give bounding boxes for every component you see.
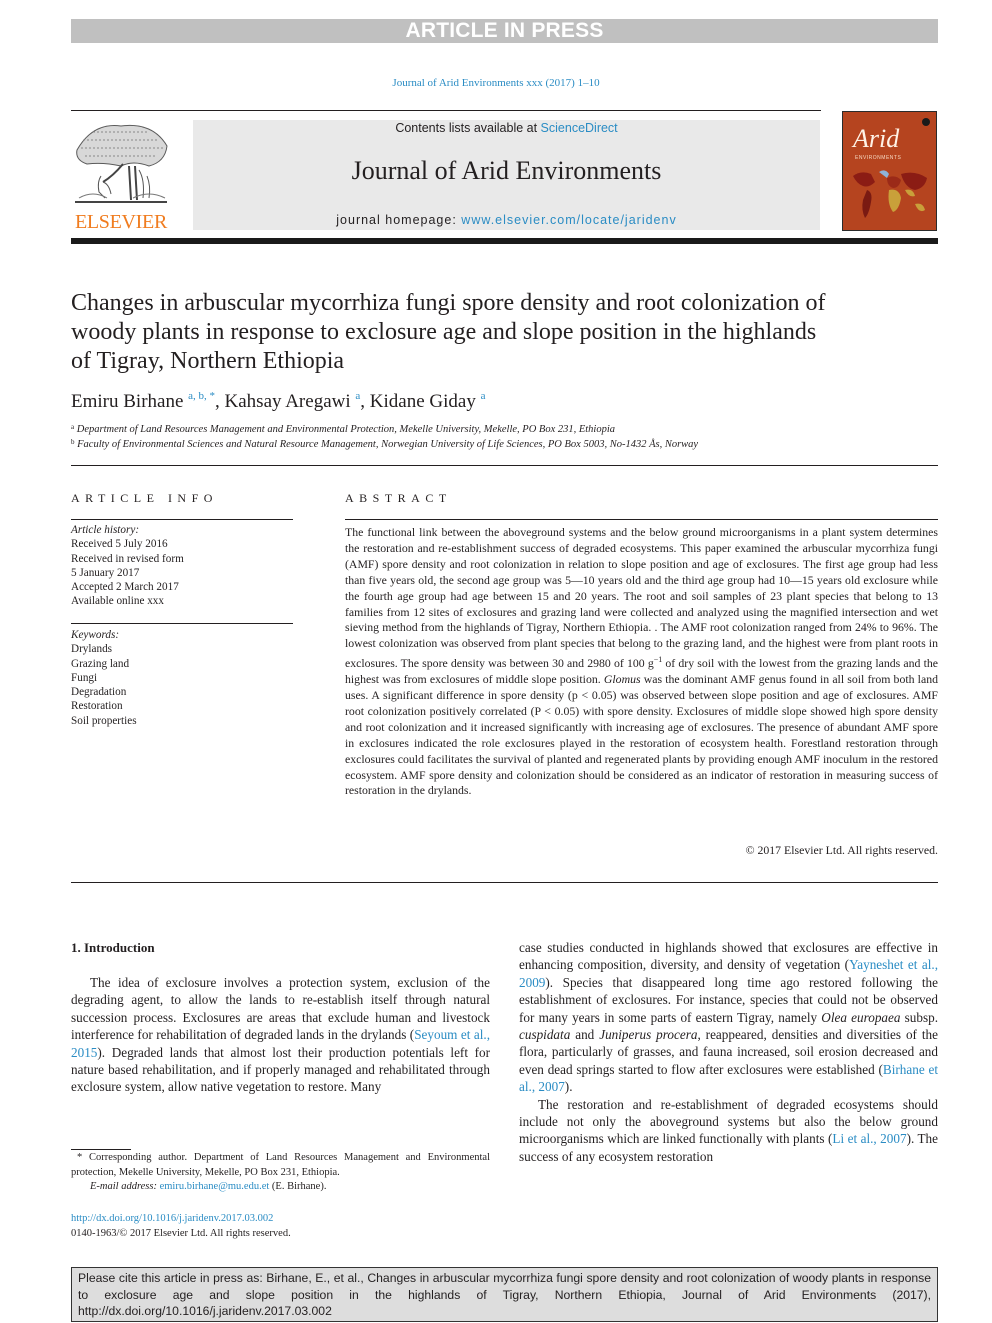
paragraph: The idea of exclosure involves a protect… <box>71 974 490 1096</box>
history-item: Received in revised form <box>71 552 184 565</box>
paragraph: The restoration and re-establishment of … <box>519 1096 938 1166</box>
author-affiliation-marks[interactable]: a <box>481 390 486 402</box>
affiliation-mark: b <box>71 438 75 446</box>
body-column-right: case studies conducted in highlands show… <box>519 939 938 1165</box>
world-map-icon <box>853 170 927 218</box>
journal-homepage-link[interactable]: www.elsevier.com/locate/jaridenv <box>461 213 676 227</box>
doi-block: http://dx.doi.org/10.1016/j.jaridenv.201… <box>71 1211 291 1241</box>
keyword-item: Grazing land <box>71 657 130 670</box>
history-item: Accepted 2 March 2017 <box>71 581 179 594</box>
footnote-divider <box>71 1149 131 1150</box>
abstract-body: The functional link between the abovegro… <box>345 525 938 799</box>
paragraph-text: ). Degraded lands that almost lost their… <box>71 1044 490 1095</box>
keyword-item: Soil properties <box>71 714 137 727</box>
history-item: 5 January 2017 <box>71 566 140 579</box>
species-name: cuspidata <box>519 1027 571 1043</box>
corresponding-author-note: * Corresponding author. Department of La… <box>71 1152 490 1178</box>
author-list: Emiru Birhane a, b, *, Kahsay Aregawi a,… <box>71 390 485 413</box>
masthead-divider <box>71 238 938 244</box>
email-line: E-mail address: emiru.birhane@mu.edu.et … <box>71 1180 490 1195</box>
article-title: Changes in arbuscular mycorrhiza fungi s… <box>71 290 826 374</box>
author-separator: , <box>215 391 225 412</box>
article-info-heading: ARTICLE INFO <box>71 491 218 505</box>
journal-masthead: Contents lists available at ScienceDirec… <box>193 120 820 230</box>
cover-title: Arid <box>853 124 900 153</box>
article-history-label: Article history: <box>71 524 140 536</box>
abstract-divider <box>345 519 938 520</box>
email-suffix: (E. Birhane). <box>269 1181 327 1192</box>
abstract-text-part: The functional link between the abovegro… <box>345 525 938 671</box>
keyword-item: Degradation <box>71 686 127 699</box>
author-affiliation-marks[interactable]: a, b, * <box>188 390 215 402</box>
citation-link[interactable]: Li et al., 2007 <box>832 1131 906 1146</box>
journal-cover-thumbnail[interactable]: Arid ENVIRONMENTS <box>842 111 937 231</box>
cover-subtitle: ENVIRONMENTS <box>855 155 902 161</box>
affiliation-mark: a <box>71 423 75 431</box>
masthead-top-rule <box>71 110 821 111</box>
paragraph-text: ). <box>564 1079 573 1095</box>
abstract-bottom-divider <box>71 882 938 883</box>
paragraph-text: subsp. <box>900 1009 938 1025</box>
history-item: Received 5 July 2016 <box>71 538 168 551</box>
crossmark-icon <box>922 118 930 126</box>
author-name[interactable]: Emiru Birhane <box>71 391 183 412</box>
citation-notice-box: Please cite this article in press as: Bi… <box>71 1267 938 1322</box>
paragraph: case studies conducted in highlands show… <box>519 939 938 1096</box>
paragraph-text: and <box>570 1027 600 1043</box>
exponent: −1 <box>653 655 663 665</box>
author-email-link[interactable]: emiru.birhane@mu.edu.et <box>160 1181 270 1192</box>
affiliation-a: a Department of Land Resources Managemen… <box>71 423 615 435</box>
abstract-copyright: © 2017 Elsevier Ltd. All rights reserved… <box>745 843 938 857</box>
keywords-label: Keywords: <box>71 629 120 641</box>
keywords-list: Keywords: Drylands Grazing land Fungi De… <box>71 628 137 728</box>
email-label: E-mail address: <box>90 1181 160 1192</box>
introduction-heading: 1. Introduction <box>71 940 155 955</box>
species-name: Olea europaea <box>821 1009 901 1025</box>
genus-name: Glomus <box>603 672 641 687</box>
issn-copyright: 0140-1963/© 2017 Elsevier Ltd. All right… <box>71 1228 291 1239</box>
elsevier-logo[interactable]: ELSEVIER <box>71 116 171 234</box>
contents-prefix: Contents lists available at <box>395 121 541 135</box>
keyword-item: Drylands <box>71 643 113 656</box>
sciencedirect-link[interactable]: ScienceDirect <box>541 121 618 135</box>
elsevier-tree-icon <box>75 124 168 203</box>
contents-available-line: Contents lists available at ScienceDirec… <box>193 121 820 135</box>
corresponding-author-footnote: * Corresponding author. Department of La… <box>71 1151 490 1195</box>
doi-link[interactable]: http://dx.doi.org/10.1016/j.jaridenv.201… <box>71 1213 273 1224</box>
article-info-divider <box>71 519 293 520</box>
keyword-item: Fungi <box>71 671 98 684</box>
abstract-text-part: was the dominant AMF genus found in all … <box>345 672 938 798</box>
species-name: Juniperus procera <box>599 1027 698 1043</box>
journal-title: Journal of Arid Environments <box>351 156 662 185</box>
abstract-heading: ABSTRACT <box>345 491 452 505</box>
body-column-left: The idea of exclosure involves a protect… <box>71 974 490 1096</box>
author-name[interactable]: Kahsay Aregawi <box>225 391 351 412</box>
header-divider <box>71 465 938 466</box>
affiliation-b: b Faculty of Environmental Sciences and … <box>71 438 698 450</box>
history-item: Available online xxx <box>71 595 164 608</box>
journal-homepage-line: journal homepage: www.elsevier.com/locat… <box>193 213 820 227</box>
author-name[interactable]: Kidane Giday <box>370 391 476 412</box>
keywords-divider <box>71 623 293 624</box>
keyword-item: Restoration <box>71 700 123 713</box>
elsevier-wordmark: ELSEVIER <box>74 211 168 233</box>
homepage-prefix: journal homepage: <box>336 213 462 227</box>
article-in-press-banner: ARTICLE IN PRESS <box>71 19 938 43</box>
affiliation-text: Faculty of Environmental Sciences and Na… <box>77 439 699 450</box>
journal-reference-link[interactable]: Journal of Arid Environments xxx (2017) … <box>0 77 992 89</box>
author-separator: , <box>360 391 370 412</box>
article-history: Article history: Received 5 July 2016 Re… <box>71 523 184 609</box>
affiliation-text: Department of Land Resources Management … <box>76 424 616 435</box>
